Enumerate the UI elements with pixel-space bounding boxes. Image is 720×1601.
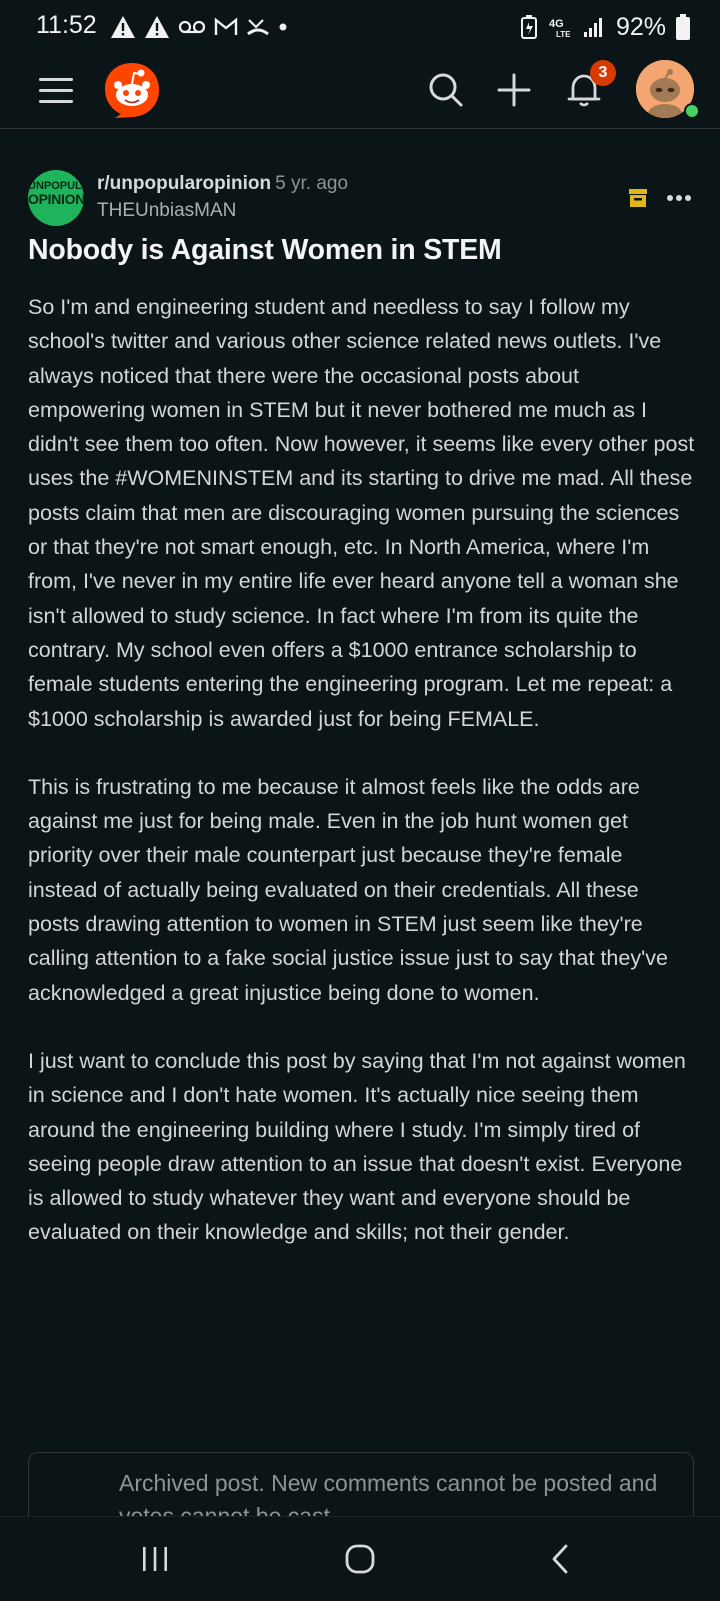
post-body: So I'm and engineering student and needl…: [28, 290, 696, 1284]
more-options-button[interactable]: [664, 188, 694, 208]
battery-percent: 92%: [615, 12, 666, 41]
search-button[interactable]: [416, 60, 476, 120]
battery-saver-icon: [520, 15, 537, 39]
archived-indicator: [628, 188, 648, 213]
subreddit-icon[interactable]: UNPOPULAR OPINION: [28, 170, 84, 226]
back-icon: [552, 1544, 568, 1574]
reddit-home-button[interactable]: [102, 60, 162, 120]
back-button[interactable]: [520, 1531, 600, 1587]
more-options-dot: [667, 195, 673, 201]
plus-icon: [497, 73, 531, 107]
notifications-button[interactable]: 3: [554, 60, 616, 120]
notification-icons: [110, 12, 288, 42]
signal-icon: [583, 18, 602, 37]
notification-count-badge: 3: [590, 60, 616, 86]
status-bar: 11:52 4G LTE 92%: [0, 0, 720, 56]
battery-icon: [676, 14, 690, 40]
more-options-dot: [676, 195, 682, 201]
subreddit-name[interactable]: r/unpopularopinion: [97, 173, 271, 194]
voicemail-icon: [178, 20, 206, 34]
post-meta: r/unpopularopinion 5 yr. ago: [97, 173, 348, 195]
subreddit-icon-line2: OPINION: [28, 191, 84, 207]
post-paragraph: I just want to conclude this post by say…: [28, 1048, 686, 1245]
post-title: Nobody is Against Women in STEM: [28, 234, 502, 266]
app-header: 3: [0, 56, 720, 129]
search-icon: [429, 73, 463, 107]
svg-text:4G: 4G: [549, 18, 564, 30]
system-nav-bar: [0, 1516, 720, 1601]
gmail-icon: [214, 17, 238, 35]
post-age: 5 yr. ago: [275, 173, 349, 194]
post-paragraph: This is frustrating to me because it alm…: [28, 774, 668, 1005]
dot-icon: [279, 23, 287, 31]
warning-icon: [111, 16, 135, 38]
create-post-button[interactable]: [484, 60, 544, 120]
warning-icon: [145, 16, 169, 38]
reddit-logo: [105, 63, 159, 118]
menu-icon: [39, 78, 73, 103]
recent-apps-button[interactable]: [115, 1531, 195, 1587]
recent-apps-icon: [143, 1547, 167, 1571]
network-4g-icon: 4GLTE: [549, 18, 571, 39]
home-icon: [345, 1544, 375, 1574]
more-options-dot: [685, 195, 691, 201]
svg-text:LTE: LTE: [556, 30, 571, 39]
missed-call-icon: [247, 19, 269, 36]
status-time: 11:52: [36, 11, 97, 39]
menu-button[interactable]: [26, 60, 86, 120]
online-status-dot: [684, 103, 700, 119]
home-button[interactable]: [320, 1531, 400, 1587]
post-author[interactable]: THEUnbiasMAN: [97, 200, 236, 222]
system-indicators: 4G LTE 92%: [520, 11, 690, 43]
post-paragraph: So I'm and engineering student and needl…: [28, 295, 695, 731]
archive-icon: [629, 189, 647, 207]
